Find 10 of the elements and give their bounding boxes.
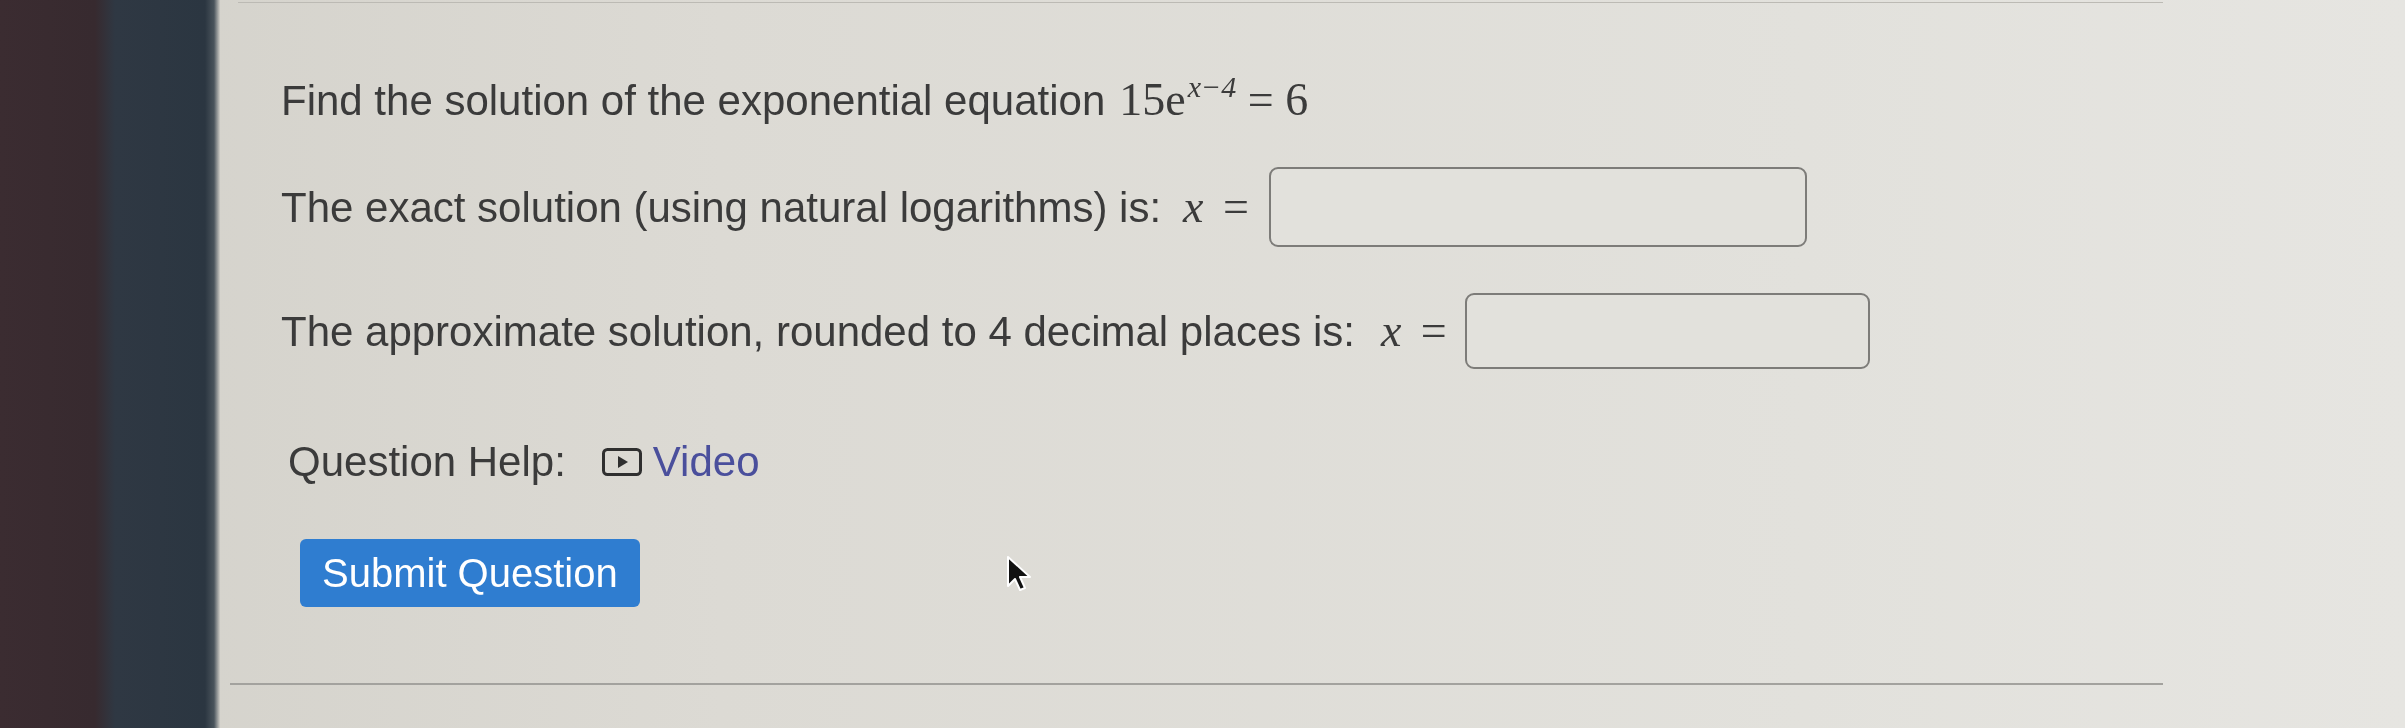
play-icon: [601, 448, 642, 476]
question-help-label: Question Help:: [288, 437, 566, 487]
answer-field[interactable]: [1268, 167, 1807, 247]
question-text: Find the solution of the exponential equation 15e$^{x−4}$ = 6: [281, 75, 1309, 126]
cursor-icon: [1006, 555, 1033, 593]
answer-prompt: The exact solution (using natural logarithms) is: x =: [281, 181, 1249, 233]
video-link[interactable]: Video: [601, 437, 760, 487]
answer-field[interactable]: [1464, 293, 1870, 369]
answer-prompt: The approximate solution, rounded to 4 decimal places is: x =: [281, 305, 1447, 357]
submit-button[interactable]: Submit Question: [300, 539, 640, 607]
